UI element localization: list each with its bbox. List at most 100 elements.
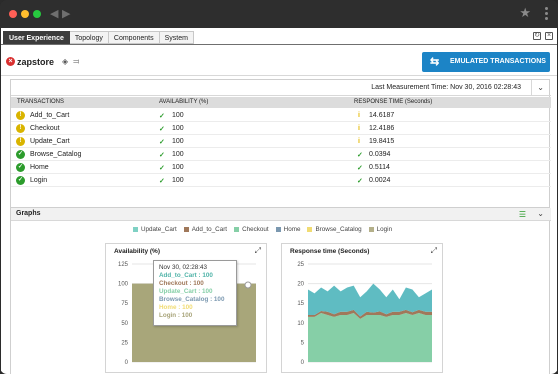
layers-icon[interactable]: ◈	[62, 57, 68, 67]
legend-item[interactable]: Login	[368, 226, 393, 233]
graphs-legend: Update_Cart Add_to_Cart Checkout Home Browse…	[133, 226, 392, 233]
legend-label: Add_to_Cart	[191, 226, 228, 233]
y-tick-label: 75	[121, 301, 128, 307]
tab-topology[interactable]: Topology	[69, 31, 109, 44]
kebab-menu-icon[interactable]	[545, 7, 549, 22]
legend-item[interactable]: Home	[275, 226, 300, 233]
legend-toggle-icon[interactable]: ☰	[519, 210, 526, 219]
ok-status-icon: ✓	[16, 150, 25, 159]
response-time-value: 0.0024	[369, 177, 391, 184]
response-time-value: 14.6187	[369, 112, 395, 119]
emulated-transactions-button[interactable]: ⇆ EMULATED TRANSACTIONS	[422, 52, 550, 72]
series-area	[308, 283, 432, 317]
chart-tooltip: Nov 30, 02:28:43 Add_to_Cart : 100 Checko…	[153, 260, 237, 326]
legend-label: Browse_Catalog	[315, 226, 362, 233]
maximize-window-button[interactable]	[33, 10, 41, 18]
emulated-transactions-label: EMULATED TRANSACTIONS	[450, 58, 546, 65]
table-row[interactable]: ✓ Login ✓ 100 ✓ 0.0024	[11, 174, 551, 187]
table-row[interactable]: ! Checkout ✓ 100 i 12.4186	[11, 122, 551, 135]
legend-swatch	[275, 227, 281, 232]
collapse-toggle[interactable]: ⌄	[531, 80, 551, 96]
availability-chart-title: Availability (%)	[114, 248, 160, 255]
title-bar: ◀ ▶ ★	[0, 0, 558, 28]
header-response-time: RESPONSE TIME (Seconds)	[354, 99, 433, 105]
check-icon: ✓	[159, 139, 165, 146]
availability-value: 100	[172, 112, 184, 119]
transaction-name: Login	[30, 177, 48, 184]
legend-item[interactable]: Browse_Catalog	[307, 226, 362, 233]
ok-status-icon: ✓	[16, 163, 25, 172]
graphs-title: Graphs	[16, 210, 41, 217]
table-row[interactable]: ! Update_Cart ✓ 100 i 19.8415	[11, 135, 551, 148]
transaction-name: Home	[30, 164, 49, 171]
expand-icon[interactable]: ⤢	[431, 246, 437, 256]
legend-label: Login	[376, 226, 393, 233]
tooltip-lines: Add_to_Cart : 100 Checkout : 100 Update_Ca…	[159, 272, 231, 320]
tooltip-line: Login : 100	[159, 312, 193, 319]
check-icon: ✓	[159, 178, 165, 185]
expand-icon[interactable]: ⤢	[255, 246, 261, 256]
component-name: zapstore	[17, 57, 55, 67]
header-transactions: TRANSACTIONS	[17, 99, 65, 105]
y-tick-label: 25	[297, 262, 304, 268]
chevron-down-icon[interactable]: ⌄	[537, 209, 544, 218]
page-content: User Experience Topology Components Syst…	[1, 28, 557, 374]
check-icon: ✓	[357, 178, 363, 185]
check-icon: ✓	[159, 152, 165, 159]
transaction-name: Browse_Catalog	[30, 151, 82, 158]
legend-swatch	[183, 227, 189, 232]
legend-swatch	[368, 227, 374, 232]
check-icon: ✓	[357, 165, 363, 172]
chevron-down-icon: ⌄	[537, 83, 544, 92]
legend-item[interactable]: Checkout	[234, 226, 269, 233]
info-warning-icon: i	[358, 112, 360, 119]
header-availability: AVAILABILITY (%)	[159, 99, 209, 105]
tab-system[interactable]: System	[159, 31, 194, 44]
warning-status-icon: !	[16, 111, 25, 120]
check-icon: ✓	[357, 152, 363, 159]
response-time-chart: Response time (Seconds) ⤢ 25 20 15 10 5 0	[281, 243, 443, 373]
close-icon[interactable]: ×	[545, 32, 553, 40]
availability-value: 100	[172, 151, 184, 158]
transaction-name: Update_Cart	[30, 138, 70, 145]
availability-value: 100	[172, 138, 184, 145]
y-tick-label: 15	[297, 301, 304, 307]
availability-value: 100	[172, 125, 184, 132]
graphs-header: Graphs ☰ ⌄	[11, 208, 551, 221]
response-time-value: 12.4186	[369, 125, 395, 132]
graphs-panel: Graphs ☰ ⌄ Update_Cart Add_to_Cart Checkou…	[10, 207, 551, 374]
tooltip-line: Checkout : 100	[159, 280, 204, 287]
y-tick-label: 100	[118, 282, 129, 288]
table-row[interactable]: ✓ Browse_Catalog ✓ 100 ✓ 0.0394	[11, 148, 551, 161]
minimize-window-button[interactable]	[21, 10, 29, 18]
transaction-name: Checkout	[30, 125, 60, 132]
legend-item[interactable]: Update_Cart	[133, 226, 177, 233]
y-tick-label: 125	[118, 262, 129, 268]
check-icon: ✓	[159, 126, 165, 133]
share-icon[interactable]: ⫤	[73, 57, 79, 67]
response-time-chart-title: Response time (Seconds)	[290, 248, 370, 255]
tooltip-line: Home : 100	[159, 304, 193, 311]
y-tick-label: 5	[301, 340, 305, 346]
table-row[interactable]: ! Add_to_Cart ✓ 100 i 14.6187	[11, 109, 551, 122]
tooltip-time: Nov 30, 02:28:43	[159, 264, 207, 271]
top-right-icons: ↻ ×	[533, 32, 553, 40]
availability-value: 100	[172, 164, 184, 171]
table-row[interactable]: ✓ Home ✓ 100 ✓ 0.5114	[11, 161, 551, 174]
y-tick-label: 20	[297, 282, 304, 288]
browser-window: ◀ ▶ ★ User Experience Topology Component…	[0, 0, 558, 374]
close-window-button[interactable]	[9, 10, 17, 18]
chevron-left-icon[interactable]: ◀	[50, 8, 58, 20]
star-icon[interactable]: ★	[519, 6, 531, 20]
header-divider	[1, 75, 557, 76]
legend-item[interactable]: Add_to_Cart	[183, 226, 228, 233]
transaction-name: Add_to_Cart	[30, 112, 70, 119]
tab-user-experience[interactable]: User Experience	[3, 31, 70, 44]
tooltip-line: Add_to_Cart : 100	[159, 272, 213, 279]
measurement-bar: Last Measurement Time: Nov 30, 2016 02:2…	[11, 80, 551, 96]
refresh-icon[interactable]: ↻	[533, 32, 541, 40]
tab-components[interactable]: Components	[108, 31, 160, 44]
tooltip-line: Update_Cart : 100	[159, 288, 213, 295]
chevron-right-icon[interactable]: ▶	[62, 8, 70, 20]
y-tick-label: 10	[297, 321, 304, 327]
